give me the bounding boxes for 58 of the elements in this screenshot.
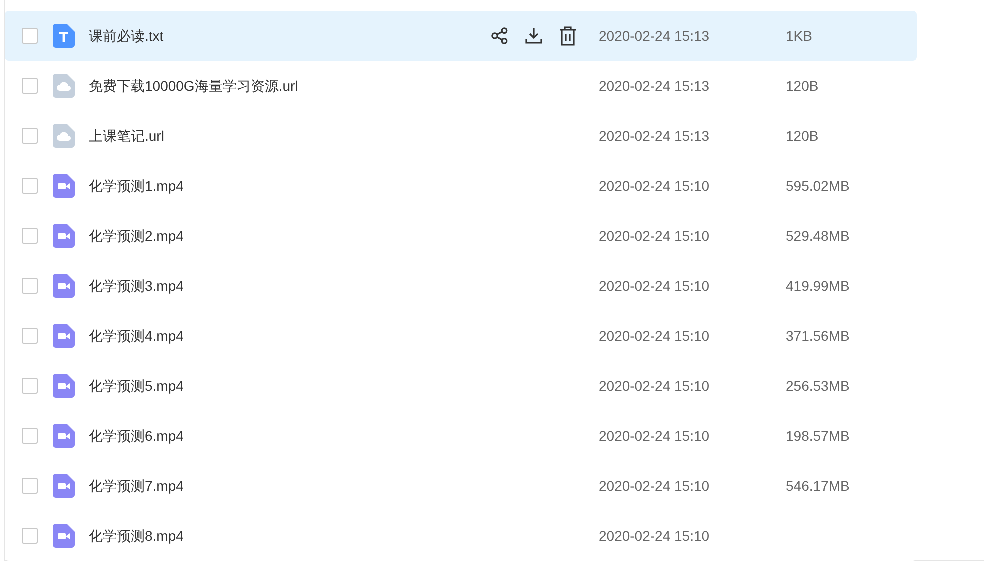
checkbox[interactable]: [22, 178, 38, 194]
checkbox[interactable]: [22, 378, 38, 394]
video-file-icon: [53, 424, 75, 448]
modified-date: 2020-02-24 15:13: [599, 126, 711, 146]
file-name[interactable]: 化学预测5.mp4: [89, 376, 489, 396]
modified-date: 2020-02-24 15:10: [599, 226, 711, 246]
modified-date: 2020-02-24 15:13: [599, 26, 711, 46]
file-name[interactable]: 上课笔记.url: [89, 126, 489, 146]
file-row[interactable]: 课前必读.txt 2020-02-24 15:13 1KB: [5, 11, 917, 61]
file-size: 371.56MB: [786, 326, 850, 346]
modified-date: 2020-02-24 15:10: [599, 276, 711, 296]
video-file-icon: [53, 274, 75, 298]
file-name[interactable]: 化学预测2.mp4: [89, 226, 489, 246]
modified-date: 2020-02-24 15:10: [599, 376, 711, 396]
file-size: 198.57MB: [786, 426, 850, 446]
file-size: 595.02MB: [786, 176, 850, 196]
file-size: 256.53MB: [786, 376, 850, 396]
file-name[interactable]: 化学预测1.mp4: [89, 176, 489, 196]
video-file-icon: [53, 374, 75, 398]
text-file-icon: [53, 24, 75, 48]
checkbox[interactable]: [22, 328, 38, 344]
file-name[interactable]: 化学预测6.mp4: [89, 426, 489, 446]
file-name[interactable]: 化学预测4.mp4: [89, 326, 489, 346]
checkbox[interactable]: [22, 278, 38, 294]
file-size: 529.48MB: [786, 226, 850, 246]
checkbox[interactable]: [22, 428, 38, 444]
video-file-icon: [53, 324, 75, 348]
video-file-icon: [53, 524, 75, 548]
video-file-icon: [53, 174, 75, 198]
file-name[interactable]: 化学预测3.mp4: [89, 276, 489, 296]
file-size: 120B: [786, 126, 819, 146]
modified-date: 2020-02-24 15:10: [599, 426, 711, 446]
file-name[interactable]: 化学预测8.mp4: [89, 526, 489, 546]
modified-date: 2020-02-24 15:10: [599, 476, 711, 496]
checkbox[interactable]: [22, 78, 38, 94]
modified-date: 2020-02-24 15:10: [599, 176, 711, 196]
modified-date: 2020-02-24 15:10: [599, 326, 711, 346]
file-name[interactable]: 化学预测7.mp4: [89, 476, 489, 496]
file-size: 1KB: [786, 26, 812, 46]
share-icon[interactable]: [491, 27, 509, 45]
file-name[interactable]: 课前必读.txt: [89, 26, 489, 46]
video-file-icon: [53, 224, 75, 248]
checkbox[interactable]: [22, 528, 38, 544]
download-icon[interactable]: [525, 27, 543, 45]
file-name[interactable]: 免费下载10000G海量学习资源.url: [89, 76, 489, 96]
file-size: 419.99MB: [786, 276, 850, 296]
checkbox[interactable]: [22, 478, 38, 494]
file-size: 546.17MB: [786, 476, 850, 496]
checkbox[interactable]: [22, 228, 38, 244]
checkbox[interactable]: [22, 28, 38, 44]
file-size: 120B: [786, 76, 819, 96]
checkbox[interactable]: [22, 128, 38, 144]
delete-icon[interactable]: [559, 26, 577, 46]
cloud-file-icon: [53, 74, 75, 98]
modified-date: 2020-02-24 15:13: [599, 76, 711, 96]
modified-date: 2020-02-24 15:10: [599, 526, 711, 546]
cloud-file-icon: [53, 124, 75, 148]
video-file-icon: [53, 474, 75, 498]
